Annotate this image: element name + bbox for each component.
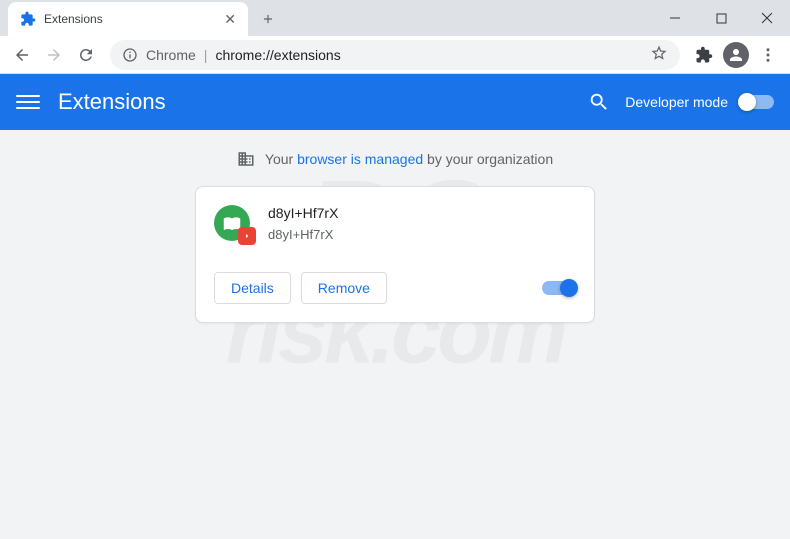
developer-mode-control: Developer mode: [625, 94, 774, 110]
browser-managed-link[interactable]: browser is managed: [297, 151, 423, 167]
extensions-header: Extensions Developer mode: [0, 74, 790, 130]
bookmark-star-icon[interactable]: [650, 44, 668, 65]
extensions-puzzle-icon[interactable]: [690, 41, 718, 69]
hamburger-menu-icon[interactable]: [16, 95, 40, 109]
close-window-button[interactable]: [744, 0, 790, 36]
search-icon[interactable]: [585, 88, 613, 116]
extension-description: d8yI+Hf7rX: [268, 227, 338, 242]
extension-icon: [214, 205, 250, 241]
profile-avatar[interactable]: [722, 41, 750, 69]
window-controls: [652, 0, 790, 36]
address-bar[interactable]: Chrome | chrome://extensions: [110, 40, 680, 70]
developer-mode-toggle[interactable]: [740, 95, 774, 109]
tab-close-icon[interactable]: ✕: [224, 11, 236, 28]
reload-button[interactable]: [72, 41, 100, 69]
extension-card: d8yI+Hf7rX d8yI+Hf7rX Details Remove: [195, 186, 595, 323]
building-icon: [237, 150, 255, 168]
back-button[interactable]: [8, 41, 36, 69]
browser-toolbar: Chrome | chrome://extensions: [0, 36, 790, 74]
tab-strip: Extensions ✕: [0, 0, 790, 36]
details-button[interactable]: Details: [214, 272, 291, 304]
page-title: Extensions: [58, 89, 166, 115]
extensions-content: Your browser is managed by your organiza…: [0, 130, 790, 343]
chrome-info-icon: [122, 47, 138, 63]
tab-title: Extensions: [44, 12, 216, 26]
extension-name: d8yI+Hf7rX: [268, 205, 338, 221]
new-tab-button[interactable]: [254, 5, 282, 33]
forward-button[interactable]: [40, 41, 68, 69]
url-scheme-label: Chrome: [146, 47, 196, 63]
developer-mode-label: Developer mode: [625, 94, 728, 110]
extension-enable-toggle[interactable]: [542, 281, 576, 295]
url-text: chrome://extensions: [215, 47, 340, 63]
managed-banner: Your browser is managed by your organiza…: [237, 150, 553, 168]
remove-button[interactable]: Remove: [301, 272, 387, 304]
extension-badge-icon: [238, 227, 256, 245]
maximize-button[interactable]: [698, 0, 744, 36]
kebab-menu-icon[interactable]: [754, 41, 782, 69]
minimize-button[interactable]: [652, 0, 698, 36]
browser-tab[interactable]: Extensions ✕: [8, 2, 248, 36]
extension-puzzle-icon: [20, 11, 36, 27]
